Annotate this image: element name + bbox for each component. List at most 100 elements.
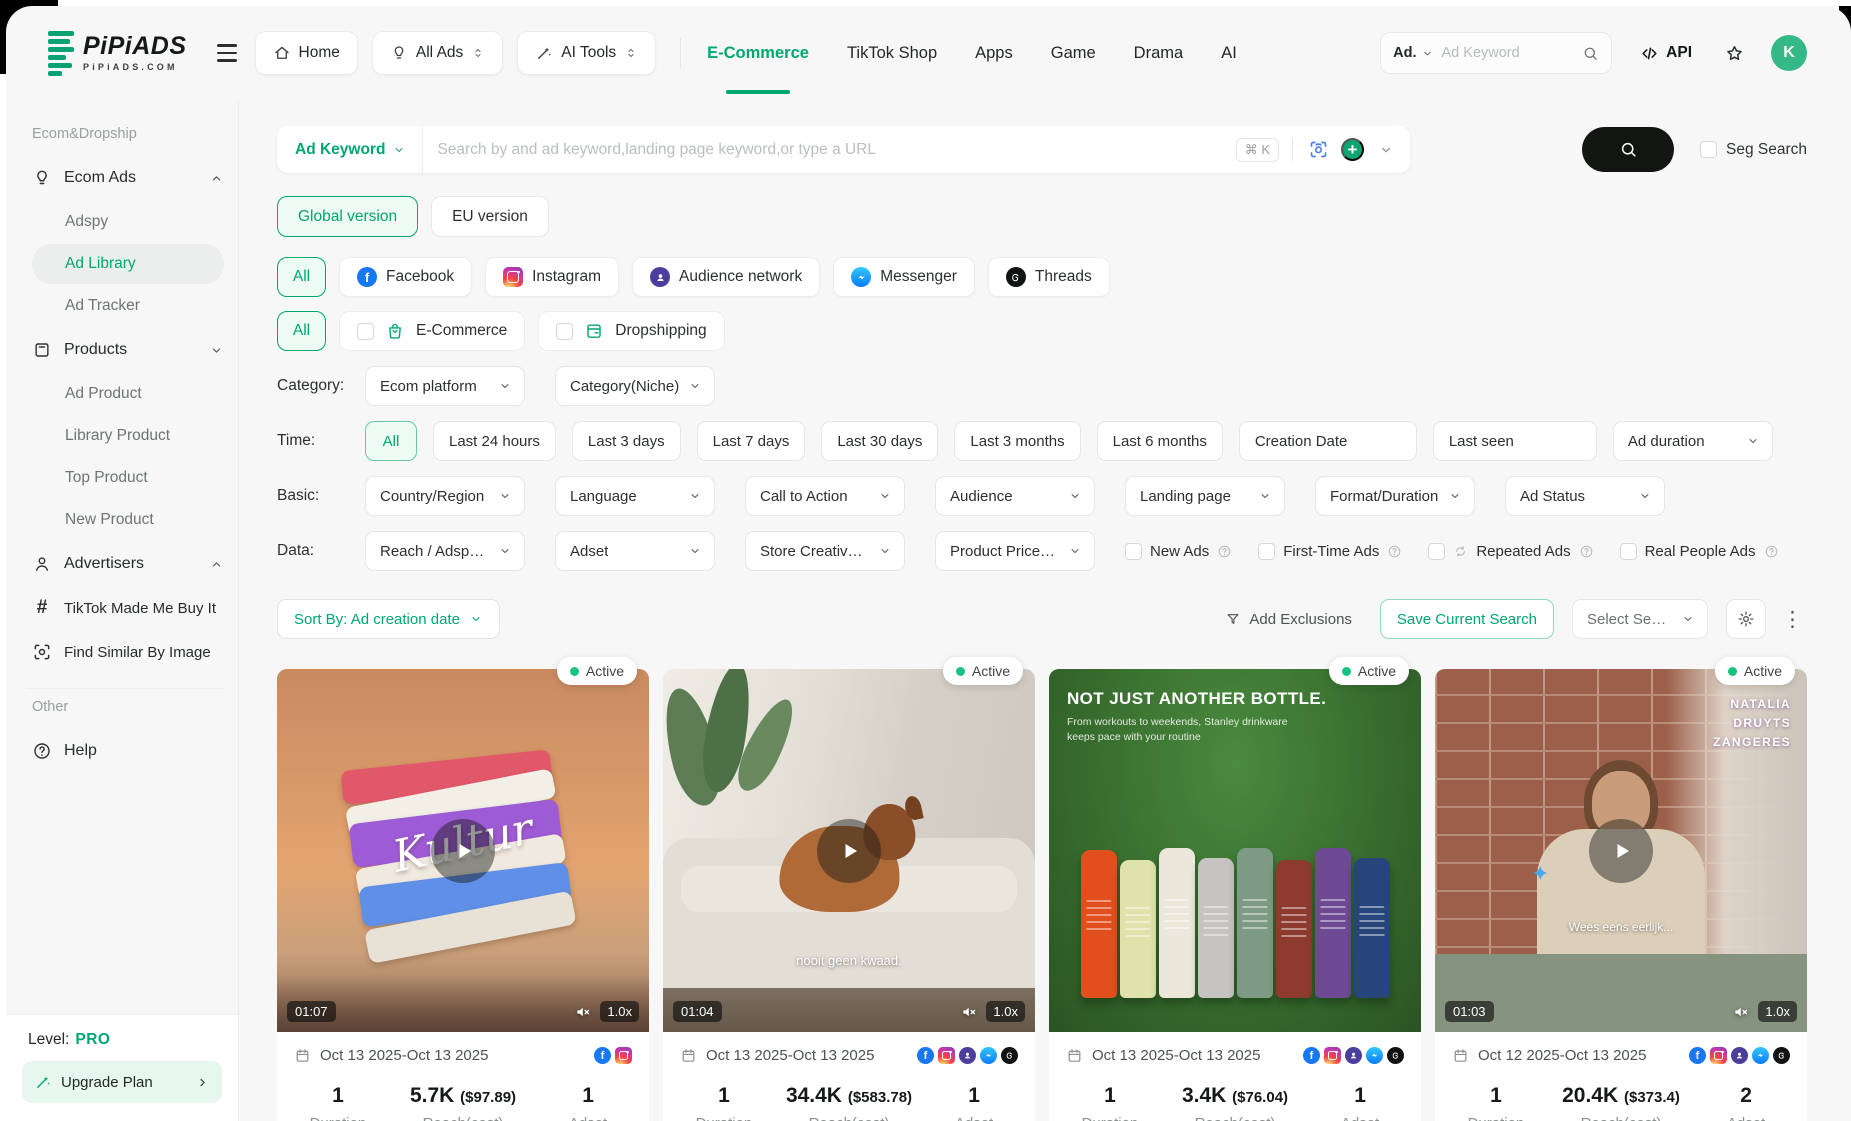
sort-by-dropdown[interactable]: Sort By: Ad creation date [277, 599, 500, 639]
store-creative-product-select[interactable]: Store Creative/Produc... [745, 531, 905, 571]
add-exclusions-button[interactable]: Add Exclusions [1219, 610, 1358, 629]
time-last-6-months[interactable]: Last 6 months [1097, 421, 1223, 461]
play-button[interactable] [1589, 819, 1653, 883]
pipiads-logo[interactable]: PiPiADS PiPiADS.COM [48, 31, 187, 76]
sidebar-item-find-similar-by-image[interactable]: Find Similar By Image [32, 630, 224, 674]
mute-icon[interactable] [574, 1003, 592, 1021]
ai-tools-button[interactable]: AI Tools [517, 31, 656, 75]
header-search-placeholder[interactable]: Ad Keyword [1442, 45, 1575, 61]
home-button[interactable]: Home [255, 31, 358, 75]
expand-search-button[interactable] [1376, 140, 1396, 160]
playback-speed[interactable]: 1.0x [600, 1001, 639, 1022]
sidebar-item-products[interactable]: Products [32, 328, 224, 372]
global-version-toggle[interactable]: Global version [277, 196, 418, 237]
tab-e-commerce[interactable]: E-Commerce [707, 6, 809, 100]
search-icon[interactable] [1582, 45, 1599, 62]
help-icon[interactable] [1217, 544, 1232, 559]
platform-audience-network-toggle[interactable]: Audience network [632, 257, 820, 297]
sidebar-item-help[interactable]: Help [32, 729, 224, 773]
playback-speed[interactable]: 1.0x [986, 1001, 1025, 1022]
save-current-search-button[interactable]: Save Current Search [1380, 599, 1554, 639]
search-input[interactable] [423, 141, 1235, 159]
help-icon[interactable] [1764, 544, 1779, 559]
sidebar-item-ad-library[interactable]: Ad Library [32, 244, 224, 284]
sidebar-item-library-product[interactable]: Library Product [32, 416, 224, 456]
avatar[interactable]: K [1771, 35, 1807, 71]
video-thumbnail[interactable]: nooit geen kwaad. 01:04 1.0x [663, 669, 1035, 1032]
dropshipping-checkbox[interactable] [556, 323, 573, 340]
sidebar-item-tiktok-made-me-buy-it[interactable]: # TikTok Made Me Buy It [32, 586, 224, 630]
favorites-button[interactable] [1718, 42, 1751, 65]
tab-apps[interactable]: Apps [975, 6, 1013, 100]
platform-instagram-toggle[interactable]: Instagram [485, 257, 619, 297]
time-last-3-days[interactable]: Last 3 days [572, 421, 681, 461]
image-search-button[interactable] [1306, 137, 1331, 162]
format-duration-select[interactable]: Format/Duration [1315, 476, 1475, 516]
product-price-select[interactable]: Product Price(USD) [935, 531, 1095, 571]
repeated-ads-checkbox[interactable] [1428, 543, 1445, 560]
platform-all-toggle[interactable]: All [277, 257, 326, 297]
header-search-scope-dropdown[interactable]: Ad. [1393, 45, 1433, 61]
adset-select[interactable]: Adset [555, 531, 715, 571]
first-time-ads-checkbox-group[interactable]: First-Time Ads [1258, 543, 1402, 560]
real-people-ads-checkbox[interactable] [1620, 543, 1637, 560]
sidebar-item-ad-tracker[interactable]: Ad Tracker [32, 286, 224, 326]
creation-date-input[interactable]: Creation Date [1239, 421, 1417, 461]
seg-search-checkbox[interactable] [1700, 141, 1717, 158]
search-scope-dropdown[interactable]: Ad Keyword [277, 126, 423, 173]
help-icon[interactable] [1387, 544, 1402, 559]
tab-drama[interactable]: Drama [1134, 6, 1184, 100]
api-button[interactable]: API [1634, 43, 1698, 64]
seg-search-toggle[interactable]: Seg Search [1700, 141, 1807, 159]
country-region-select[interactable]: Country/Region [365, 476, 525, 516]
language-select[interactable]: Language [555, 476, 715, 516]
platform-threads-toggle[interactable]: Threads [988, 257, 1110, 297]
time-last-3-months[interactable]: Last 3 months [954, 421, 1080, 461]
real-people-ads-checkbox-group[interactable]: Real People Ads [1620, 543, 1779, 560]
select-search-dropdown[interactable]: Select Search [1572, 599, 1708, 639]
first-time-ads-checkbox[interactable] [1258, 543, 1275, 560]
add-filter-button[interactable]: + [1341, 138, 1364, 161]
type-all-toggle[interactable]: All [277, 311, 326, 351]
header-keyword-search[interactable]: Ad. Ad Keyword [1380, 32, 1612, 74]
time-last-30-days[interactable]: Last 30 days [821, 421, 938, 461]
audience-select[interactable]: Audience [935, 476, 1095, 516]
type-dropshipping-toggle[interactable]: Dropshipping [538, 311, 724, 351]
playback-speed[interactable]: 1.0x [1758, 1001, 1797, 1022]
eu-version-toggle[interactable]: EU version [431, 196, 549, 237]
sidebar-item-ecom-ads[interactable]: Ecom Ads [32, 156, 224, 200]
settings-button[interactable] [1726, 599, 1766, 639]
time-all[interactable]: All [365, 421, 417, 461]
more-options-button[interactable]: ⋮ [1778, 605, 1807, 634]
ad-status-select[interactable]: Ad Status [1505, 476, 1665, 516]
new-ads-checkbox[interactable] [1125, 543, 1142, 560]
play-button[interactable] [817, 819, 881, 883]
category-niche-select[interactable]: Category(Niche) [555, 366, 715, 406]
landing-page-select[interactable]: Landing page [1125, 476, 1285, 516]
mute-icon[interactable] [1732, 1003, 1750, 1021]
new-ads-checkbox-group[interactable]: New Ads [1125, 543, 1232, 560]
play-button[interactable] [431, 819, 495, 883]
ad-duration-select[interactable]: Ad duration [1613, 421, 1773, 461]
all-ads-button[interactable]: All Ads [372, 31, 503, 75]
tab-ai[interactable]: AI [1221, 6, 1237, 100]
upgrade-plan-button[interactable]: Upgrade Plan [22, 1061, 222, 1103]
image-thumbnail[interactable]: NOT JUST ANOTHER BOTTLE. From workouts t… [1049, 669, 1421, 1032]
sidebar-item-new-product[interactable]: New Product [32, 500, 224, 540]
last-seen-input[interactable]: Last seen [1433, 421, 1597, 461]
tab-game[interactable]: Game [1051, 6, 1096, 100]
video-thumbnail[interactable]: NATALIA DRUYTS ZANGERES ✦ Wees eens eerl… [1435, 669, 1807, 1032]
ecom-platform-select[interactable]: Ecom platform [365, 366, 525, 406]
search-submit-button[interactable] [1582, 127, 1674, 172]
time-last-7-days[interactable]: Last 7 days [697, 421, 806, 461]
ecommerce-checkbox[interactable] [357, 323, 374, 340]
sidebar-item-ad-product[interactable]: Ad Product [32, 374, 224, 414]
platform-messenger-toggle[interactable]: Messenger [833, 257, 975, 297]
time-last-24-hours[interactable]: Last 24 hours [433, 421, 556, 461]
tab-tiktok-shop[interactable]: TikTok Shop [847, 6, 937, 100]
call-to-action-select[interactable]: Call to Action [745, 476, 905, 516]
mute-icon[interactable] [960, 1003, 978, 1021]
sidebar-item-top-product[interactable]: Top Product [32, 458, 224, 498]
platform-facebook-toggle[interactable]: f Facebook [339, 257, 472, 297]
sidebar-item-advertisers[interactable]: Advertisers [32, 542, 224, 586]
